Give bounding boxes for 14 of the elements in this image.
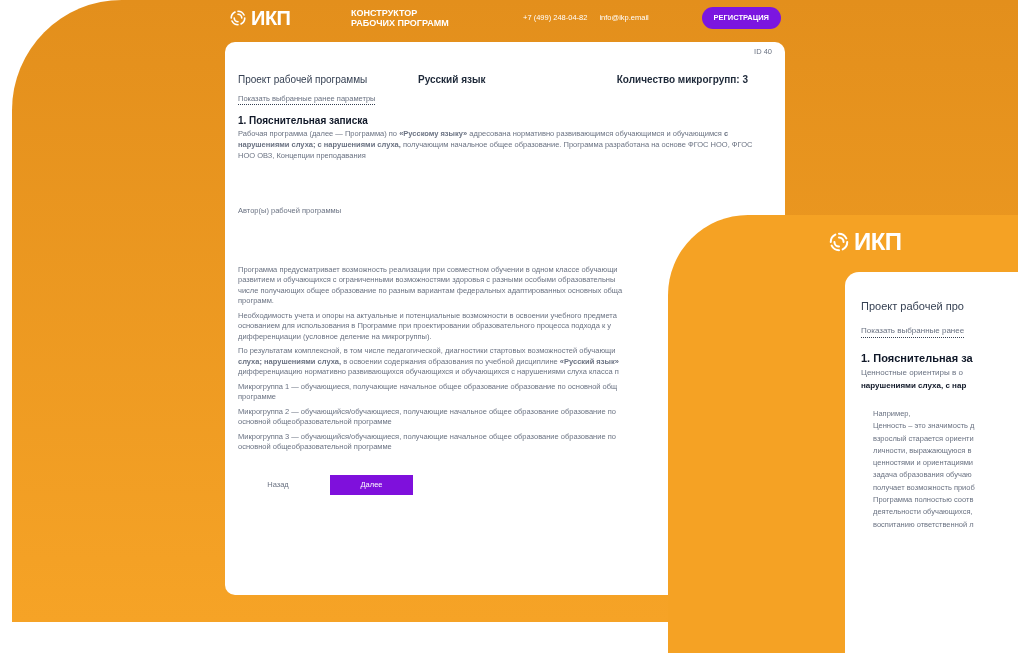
intro-line: нарушениями слуха, с нар [861, 380, 968, 392]
project-label: Проект рабочей про [861, 299, 965, 314]
site-title: КОНСТРУКТОР РАБОЧИХ ПРОГРАММ [351, 8, 450, 28]
logo-text: ИКП [854, 230, 902, 254]
subject-label: Русский язык [418, 73, 486, 87]
logo-text: ИКП [251, 8, 291, 28]
intro-line: Ценностные ориентиры в о [861, 367, 964, 379]
logo-swirl-icon [229, 9, 247, 27]
logo-swirl-icon [828, 231, 850, 253]
section-heading: 1. Пояснительная за [861, 350, 974, 366]
show-params-link[interactable]: Показать выбранные ранее [861, 324, 965, 338]
section-heading: 1. Пояснительная записка [238, 114, 369, 129]
project-label: Проект рабочей программы [238, 73, 369, 87]
microgroups-count: Количество микрогрупп: 3 [616, 73, 748, 87]
